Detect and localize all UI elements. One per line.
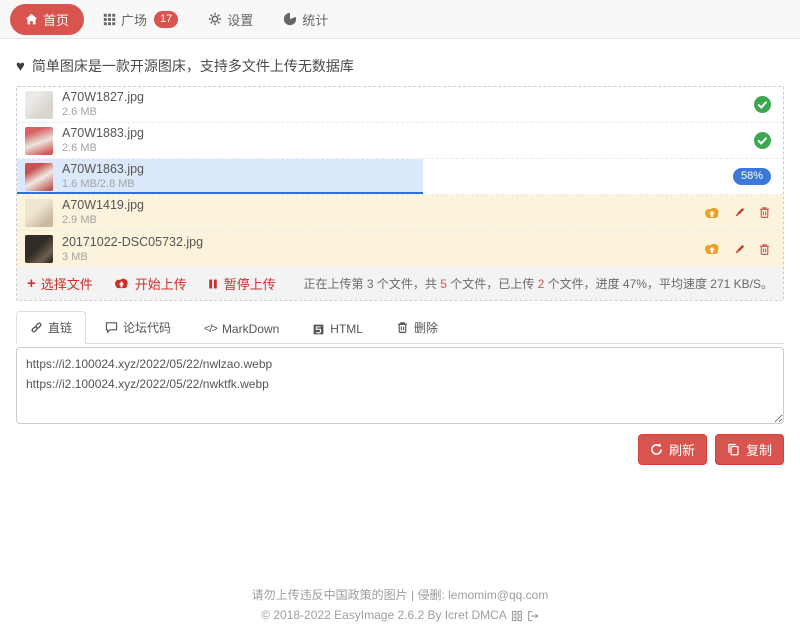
plus-icon: + bbox=[27, 276, 36, 291]
cloud-upload-icon[interactable] bbox=[703, 206, 721, 220]
nav-item-label: 统计 bbox=[302, 10, 328, 29]
pie-chart-icon bbox=[283, 12, 297, 26]
tab-delete[interactable]: 删除 bbox=[382, 311, 452, 344]
nav-item-label: 首页 bbox=[43, 10, 69, 29]
home-icon bbox=[25, 13, 38, 26]
file-name: A70W1863.jpg bbox=[62, 161, 144, 177]
start-upload-button[interactable]: 开始上传 bbox=[113, 274, 187, 293]
tab-label: HTML bbox=[330, 322, 363, 336]
gallery-count-badge: 17 bbox=[154, 11, 178, 28]
gear-icon bbox=[208, 12, 222, 26]
copy-icon bbox=[727, 443, 740, 456]
page-footer: 请勿上传违反中国政策的图片 | 侵删: lemomim@qq.com © 201… bbox=[0, 586, 800, 636]
tab-bbcode[interactable]: 论坛代码 bbox=[91, 311, 185, 344]
code-icon: </> bbox=[204, 323, 217, 335]
nav-item-gallery[interactable]: 广场 17 bbox=[92, 5, 189, 34]
refresh-button[interactable]: 刷新 bbox=[638, 434, 707, 465]
file-thumbnail bbox=[25, 127, 53, 155]
upload-status-text: 正在上传第 3 个文件，共 5 个文件，已上传 2 个文件，进度 47%，平均速… bbox=[304, 275, 773, 292]
file-thumbnail bbox=[25, 91, 53, 119]
footer-copyright: © 2018-2022 EasyImage 2.6.2 By Icret DMC… bbox=[261, 606, 507, 626]
file-name: A70W1419.jpg bbox=[62, 197, 144, 213]
edit-pencil-icon[interactable] bbox=[733, 206, 746, 219]
trash-icon bbox=[396, 321, 409, 334]
edit-pencil-icon[interactable] bbox=[733, 243, 746, 256]
refresh-label: 刷新 bbox=[669, 440, 695, 459]
file-row-queued: 20171022-DSC05732.jpg 3 MB bbox=[17, 231, 783, 267]
file-thumbnail bbox=[25, 235, 53, 263]
file-size: 2.6 MB bbox=[62, 141, 144, 155]
file-row-queued: A70W1419.jpg 2.9 MB bbox=[17, 195, 783, 231]
main-content: ♥ 简单图床是一款开源图床，支持多文件上传无数据库 A70W1827.jpg 2… bbox=[0, 39, 800, 465]
progress-percent-badge: 58% bbox=[733, 168, 771, 185]
file-row-uploading: A70W1863.jpg 1.6 MB/2.8 MB 58% bbox=[17, 159, 783, 195]
file-name: 20171022-DSC05732.jpg bbox=[62, 234, 203, 250]
tab-label: 直链 bbox=[48, 319, 72, 336]
file-size: 2.6 MB bbox=[62, 105, 144, 119]
file-name: A70W1883.jpg bbox=[62, 125, 144, 141]
file-size: 3 MB bbox=[62, 250, 203, 264]
success-check-icon bbox=[754, 132, 771, 149]
navbar: 首页 广场 17 设置 bbox=[0, 0, 800, 39]
file-size: 1.6 MB/2.8 MB bbox=[62, 177, 144, 191]
file-row: A70W1883.jpg 2.6 MB bbox=[17, 123, 783, 159]
upload-toolbar: + 选择文件 开始上传 暂停上传 正在上传第 3 个文件，共 5 个文件，已上传… bbox=[17, 267, 783, 300]
tab-markdown[interactable]: </> MarkDown bbox=[190, 314, 293, 344]
link-icon bbox=[30, 321, 43, 334]
copy-button[interactable]: 复制 bbox=[715, 434, 784, 465]
upload-dropzone[interactable]: A70W1827.jpg 2.6 MB A70W1883.jpg 2.6 MB bbox=[16, 86, 784, 301]
select-files-button[interactable]: + 选择文件 bbox=[27, 274, 93, 293]
cloud-upload-icon[interactable] bbox=[703, 242, 721, 256]
tab-html[interactable]: HTML bbox=[298, 314, 377, 344]
output-tabs: 直链 论坛代码 </> MarkDown HTML 删除 bbox=[16, 314, 784, 344]
nav-item-label: 设置 bbox=[227, 10, 253, 29]
tab-direct-link[interactable]: 直链 bbox=[16, 311, 86, 344]
apps-grid-icon[interactable] bbox=[511, 610, 523, 622]
logout-icon[interactable] bbox=[527, 610, 539, 622]
total-files-count: 5 bbox=[440, 277, 447, 291]
file-size: 2.9 MB bbox=[62, 213, 144, 227]
nav-item-settings[interactable]: 设置 bbox=[197, 5, 264, 34]
refresh-icon bbox=[650, 443, 663, 456]
actions-row: 刷新 复制 bbox=[16, 434, 784, 465]
file-thumbnail bbox=[25, 199, 53, 227]
success-check-icon bbox=[754, 96, 771, 113]
cloud-upload-icon bbox=[113, 277, 130, 290]
nav-item-label: 广场 bbox=[121, 10, 147, 29]
delete-trash-icon[interactable] bbox=[758, 243, 771, 256]
pause-upload-button[interactable]: 暂停上传 bbox=[207, 274, 276, 293]
file-name: A70W1827.jpg bbox=[62, 89, 144, 105]
select-files-label: 选择文件 bbox=[41, 274, 93, 293]
tab-label: MarkDown bbox=[222, 322, 279, 336]
pause-upload-label: 暂停上传 bbox=[224, 274, 276, 293]
footer-policy-line: 请勿上传违反中国政策的图片 | 侵删: lemomim@qq.com bbox=[0, 586, 800, 606]
links-output-textarea[interactable]: https://i2.100024.xyz/2022/05/22/nwlzao.… bbox=[16, 347, 784, 424]
comment-icon bbox=[105, 321, 118, 334]
heart-icon: ♥ bbox=[16, 59, 25, 74]
grid-icon bbox=[103, 13, 116, 26]
pause-icon bbox=[207, 278, 219, 290]
delete-trash-icon[interactable] bbox=[758, 206, 771, 219]
tab-label: 论坛代码 bbox=[123, 319, 171, 336]
nav-item-stats[interactable]: 统计 bbox=[272, 5, 339, 34]
file-thumbnail bbox=[25, 163, 53, 191]
tab-label: 删除 bbox=[414, 319, 438, 336]
intro-line: ♥ 简单图床是一款开源图床，支持多文件上传无数据库 bbox=[16, 56, 784, 76]
file-row: A70W1827.jpg 2.6 MB bbox=[17, 87, 783, 123]
nav-item-home[interactable]: 首页 bbox=[10, 4, 84, 35]
intro-text: 简单图床是一款开源图床，支持多文件上传无数据库 bbox=[32, 56, 354, 76]
start-upload-label: 开始上传 bbox=[135, 274, 187, 293]
copy-label: 复制 bbox=[746, 440, 772, 459]
html5-icon bbox=[312, 323, 325, 336]
